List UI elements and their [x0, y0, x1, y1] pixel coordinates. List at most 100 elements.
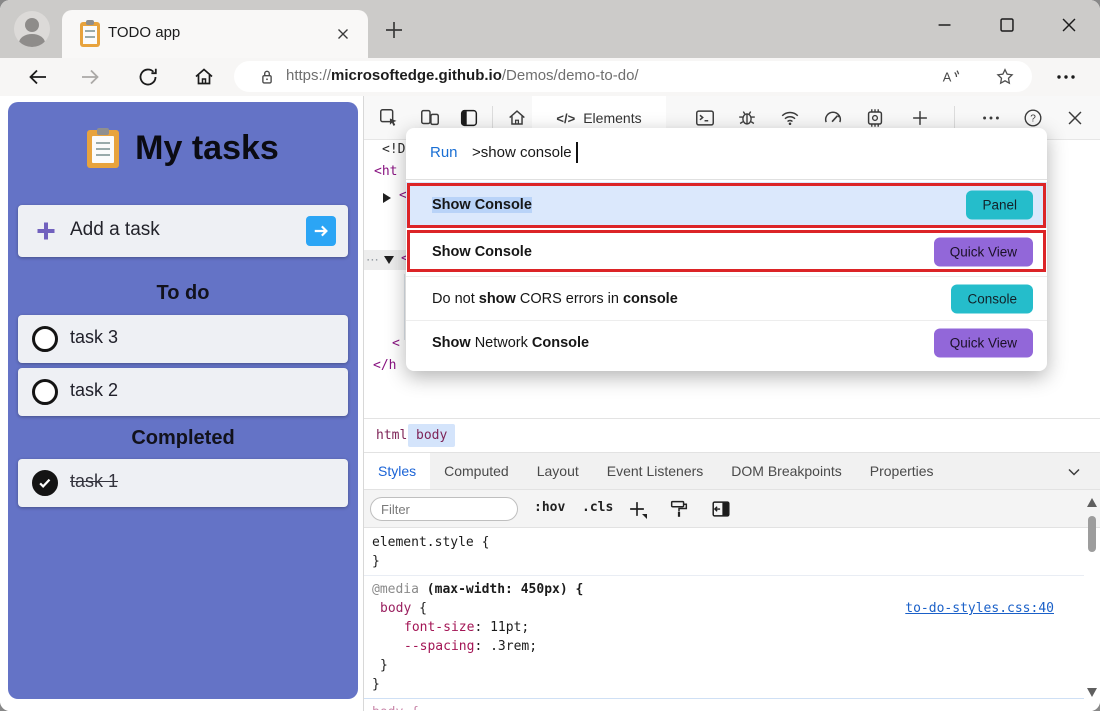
tab-layout[interactable]: Layout — [523, 453, 593, 489]
styles-pane[interactable]: element.style { } @media (max-width: 450… — [364, 528, 1084, 711]
submit-task-button[interactable] — [306, 216, 336, 246]
task-label: task 2 — [70, 380, 118, 401]
task-item-completed[interactable]: task 1 — [18, 459, 348, 507]
avatar-torso-icon — [19, 34, 45, 47]
rule-divider — [364, 575, 1084, 576]
toolbar-divider — [954, 106, 955, 130]
task-checkbox-unchecked[interactable] — [32, 326, 58, 352]
clipped-next-rule: body { — [364, 703, 1084, 710]
command-menu: Run >show console Show Console Panel Sho… — [406, 128, 1047, 371]
refresh-button[interactable] — [136, 65, 160, 89]
property-value: : .3rem; — [474, 639, 537, 654]
node-menu-dots-icon[interactable]: ⋯ — [366, 252, 380, 268]
activity-bar-icon[interactable] — [458, 107, 480, 129]
read-aloud-icon[interactable]: A — [940, 66, 962, 88]
network-wifi-icon[interactable] — [779, 107, 801, 129]
console-badge: Console — [951, 284, 1033, 313]
open-brace: { — [411, 601, 427, 616]
media-at-keyword: @media — [372, 582, 419, 597]
devtools-close-icon[interactable] — [1064, 107, 1086, 129]
styles-filter-input[interactable] — [370, 497, 518, 521]
chevron-down-icon[interactable] — [1064, 462, 1084, 482]
navigation-toolbar: https://microsoftedge.github.io/Demos/de… — [0, 58, 1100, 96]
text-caret — [576, 142, 578, 163]
tree-node-html-close: </h — [373, 358, 396, 373]
command-query-text: >show console — [472, 144, 572, 161]
memory-chip-icon[interactable] — [864, 107, 886, 129]
devtools-more-icon[interactable] — [980, 107, 1002, 129]
command-option-cors-errors[interactable]: Do not show CORS errors in console Conso… — [406, 276, 1047, 320]
paint-roller-icon[interactable] — [668, 498, 690, 520]
styles-scrollbar[interactable] — [1084, 490, 1100, 711]
command-option-show-console-quickview[interactable]: Show Console Quick View — [406, 230, 1047, 274]
css-rule-element-style[interactable]: element.style { — [364, 533, 1084, 552]
completed-section-heading: Completed — [8, 427, 358, 450]
task-checkbox-unchecked[interactable] — [32, 379, 58, 405]
css-property-font-size[interactable]: font-size: 11pt; — [364, 618, 1084, 637]
address-bar[interactable]: https://microsoftedge.github.io/Demos/de… — [234, 61, 1032, 92]
toggle-element-classes[interactable]: .cls — [582, 500, 613, 515]
property-name: --spacing — [404, 639, 474, 654]
debugger-bug-icon[interactable] — [736, 107, 758, 129]
lock-icon[interactable] — [256, 66, 278, 88]
tab-computed[interactable]: Computed — [430, 453, 523, 489]
css-media-query[interactable]: @media (max-width: 450px) { — [364, 580, 1084, 599]
scroll-down-arrow-icon[interactable] — [1087, 688, 1097, 697]
app-header: My tasks — [8, 128, 358, 168]
tab-favicon-clipboard-icon — [80, 21, 100, 47]
tab-event-listeners[interactable]: Event Listeners — [593, 453, 718, 489]
forward-button[interactable] — [78, 65, 102, 89]
more-tabs-plus-icon[interactable] — [909, 107, 931, 129]
todo-app-panel: My tasks Add a task To do task 3 task 2 … — [8, 102, 358, 699]
url-path: /Demos/demo-to-do/ — [502, 67, 639, 84]
welcome-home-icon[interactable] — [506, 107, 528, 129]
toolbar-divider — [492, 106, 493, 130]
toggle-hover-state[interactable]: :hov — [534, 500, 565, 515]
performance-gauge-icon[interactable] — [822, 107, 844, 129]
browser-tab[interactable]: TODO app — [62, 10, 368, 58]
todo-section-heading: To do — [8, 282, 358, 305]
expand-arrow-icon[interactable] — [383, 193, 391, 203]
favorites-star-icon[interactable] — [994, 66, 1016, 88]
collapse-arrow-icon[interactable] — [384, 256, 394, 264]
panel-badge: Panel — [966, 191, 1033, 220]
command-option-network-console[interactable]: Show Network Console Quick View — [406, 320, 1047, 364]
task-item[interactable]: task 2 — [18, 368, 348, 416]
url-text: https://microsoftedge.github.io/Demos/de… — [286, 67, 639, 84]
help-icon[interactable]: ? — [1022, 107, 1044, 129]
sidebar-panel-icon[interactable] — [710, 498, 732, 520]
css-body-selector-row[interactable]: body {to-do-styles.css:40 — [364, 599, 1084, 618]
inspect-element-icon[interactable] — [378, 107, 400, 129]
tab-dom-breakpoints[interactable]: DOM Breakpoints — [717, 453, 855, 489]
stylesheet-link[interactable]: to-do-styles.css:40 — [905, 599, 1054, 618]
css-property-spacing[interactable]: --spacing: .3rem; — [364, 637, 1084, 656]
minimize-button[interactable] — [928, 8, 962, 42]
home-button[interactable] — [192, 65, 216, 89]
console-panel-icon[interactable] — [694, 107, 716, 129]
task-item[interactable]: task 3 — [18, 315, 348, 363]
add-task-field[interactable]: Add a task — [18, 205, 348, 257]
new-tab-button[interactable] — [382, 18, 406, 42]
tab-styles[interactable]: Styles — [364, 453, 430, 489]
new-style-rule-icon[interactable] — [626, 498, 648, 520]
task-checkbox-checked[interactable] — [32, 470, 58, 496]
tab-close-icon[interactable] — [334, 25, 352, 43]
breadcrumb-body[interactable]: body — [408, 424, 455, 447]
avatar-head-icon — [25, 18, 39, 32]
scroll-up-arrow-icon[interactable] — [1087, 498, 1097, 507]
profile-avatar[interactable] — [14, 11, 50, 47]
device-emulation-icon[interactable] — [419, 107, 441, 129]
command-option-show-console-panel[interactable]: Show Console Panel — [406, 182, 1047, 228]
option-label: Do not show CORS errors in console — [432, 291, 678, 307]
command-input-row[interactable]: Run >show console — [406, 128, 1047, 180]
maximize-button[interactable] — [990, 8, 1024, 42]
browser-window: TODO app https://microsoftedge.github.io… — [0, 0, 1100, 711]
back-button[interactable] — [26, 65, 50, 89]
tab-properties[interactable]: Properties — [856, 453, 948, 489]
quick-view-badge: Quick View — [934, 328, 1033, 357]
window-close-button[interactable] — [1052, 8, 1086, 42]
option-label: Show Console — [432, 197, 532, 213]
elements-tab-label: Elements — [583, 110, 641, 126]
scrollbar-thumb[interactable] — [1088, 516, 1096, 552]
browser-menu-icon[interactable] — [1054, 65, 1078, 89]
